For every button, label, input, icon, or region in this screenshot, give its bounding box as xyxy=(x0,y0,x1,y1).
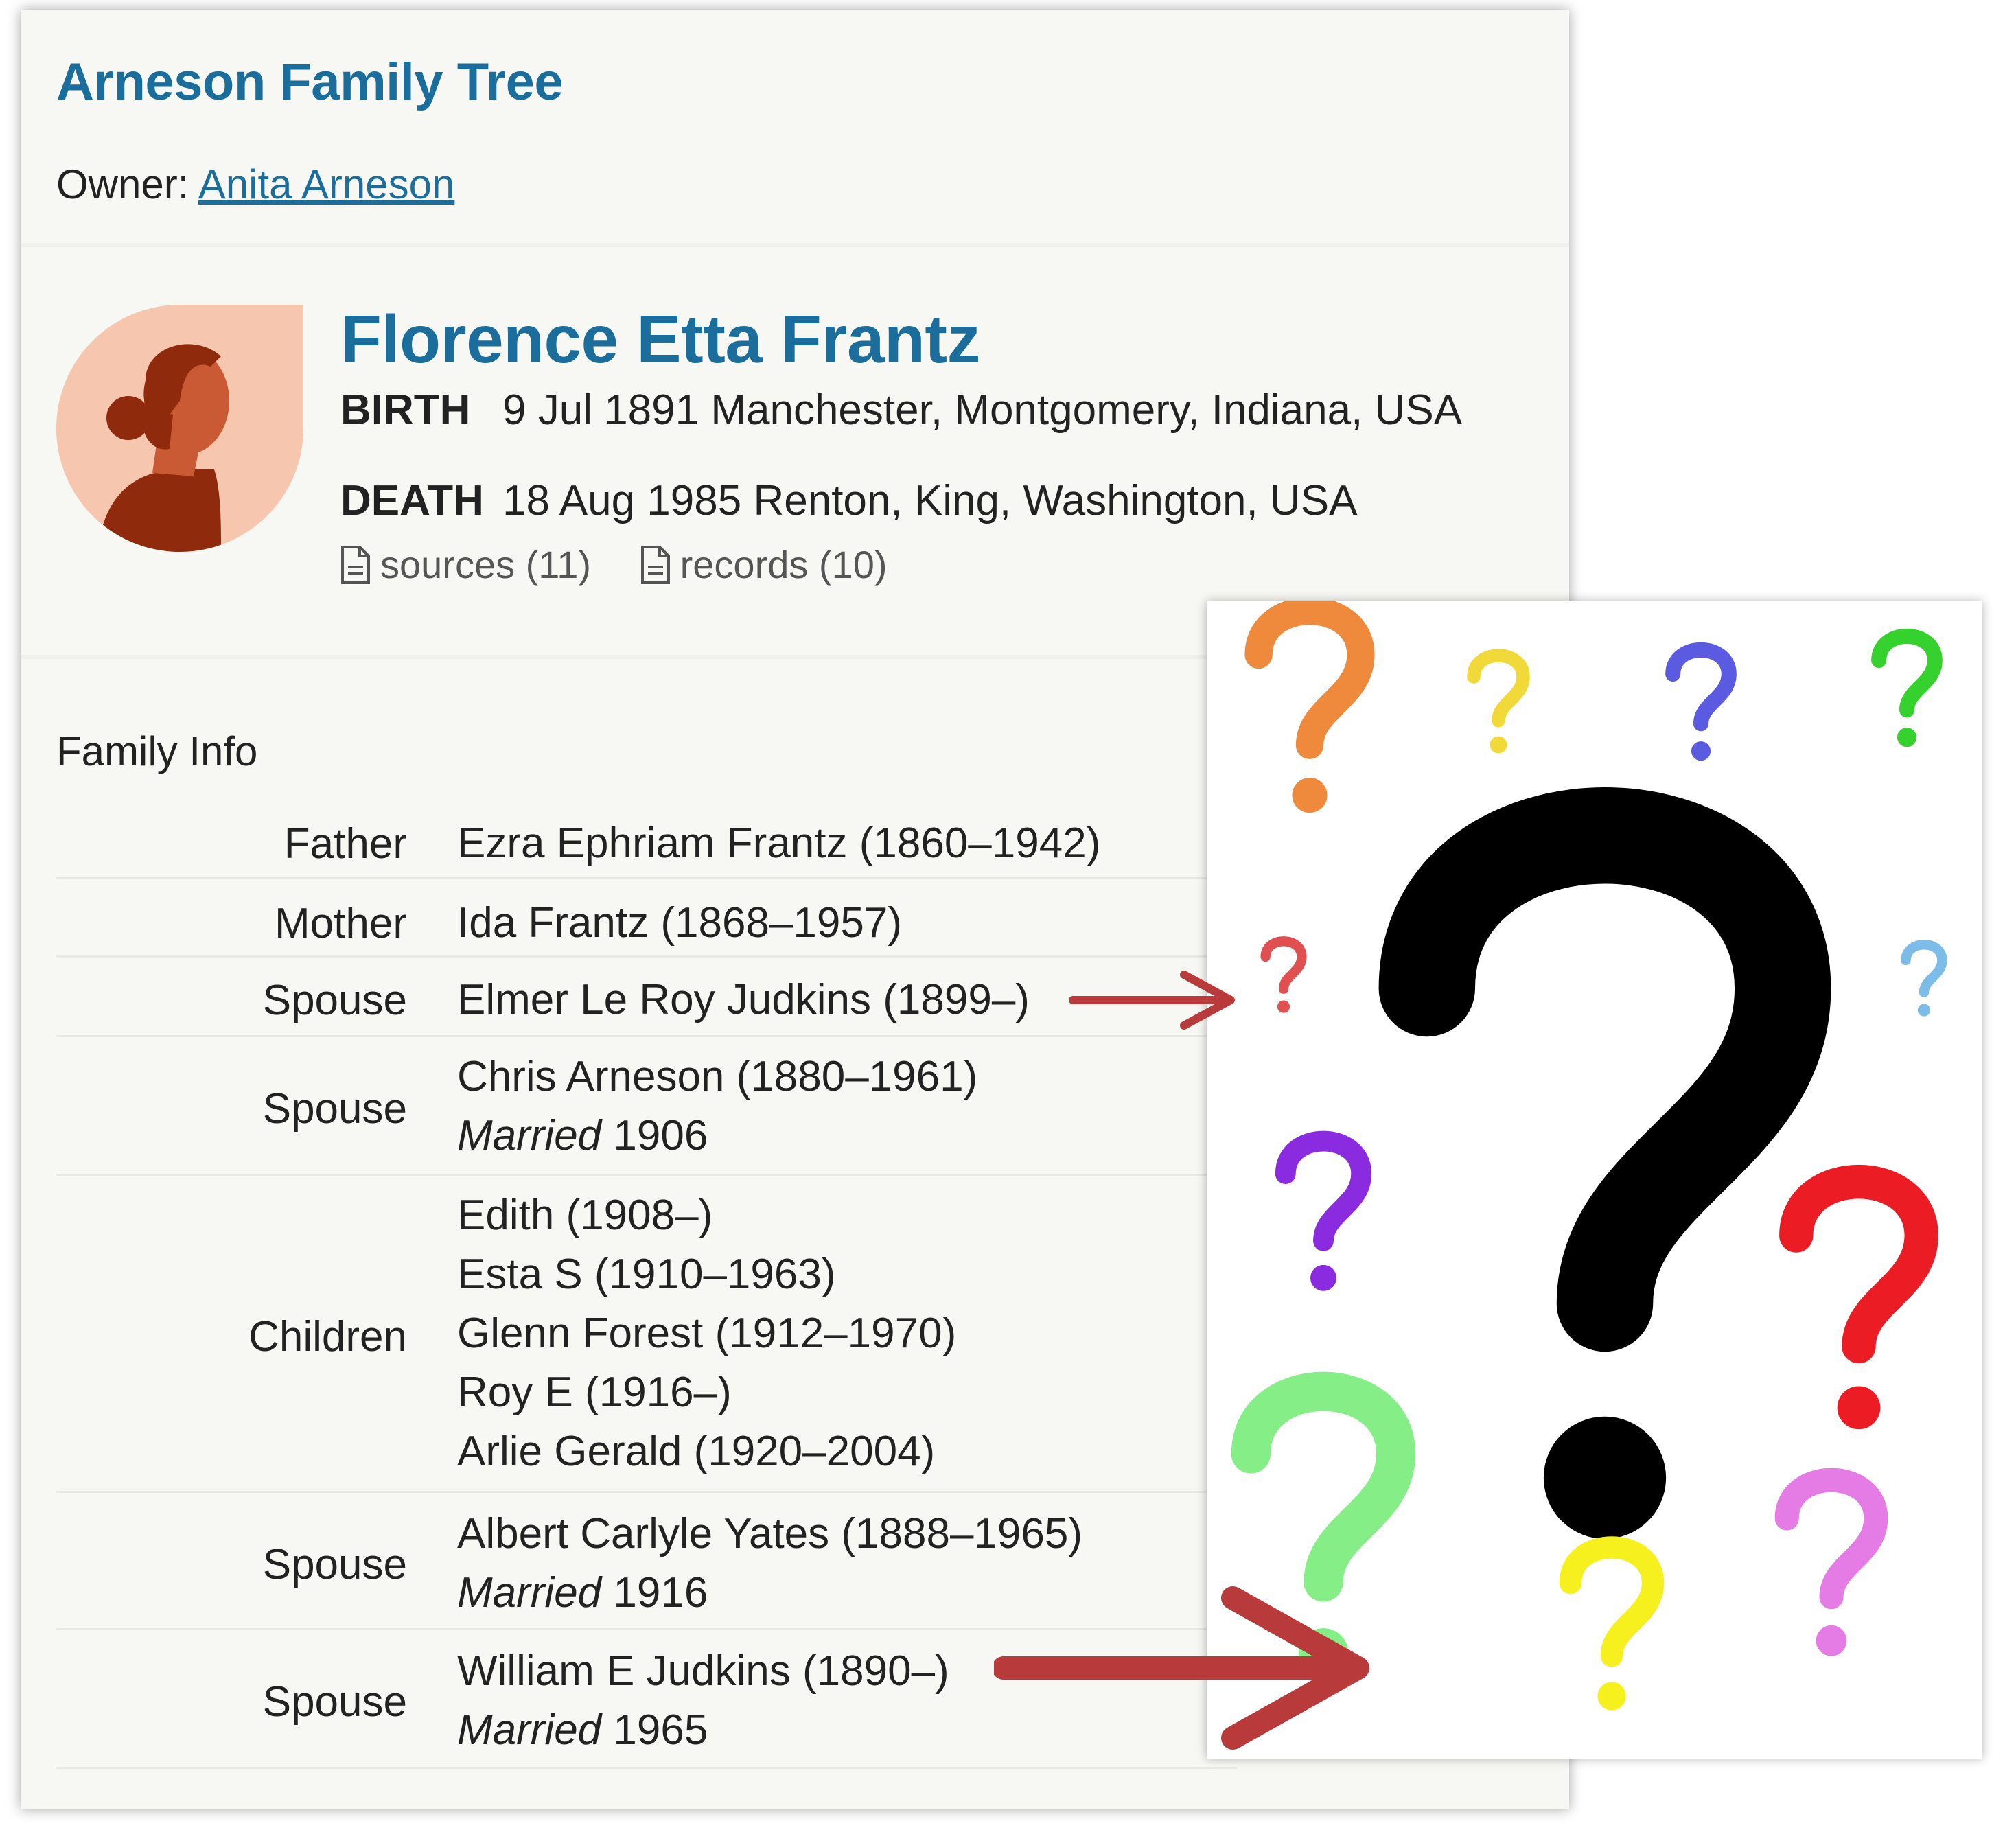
owner-link[interactable]: Anita Arneson xyxy=(198,161,455,207)
death-fact: DEATH 18 Aug 1985 Renton, King, Washingto… xyxy=(340,476,1357,525)
married-year: 1965 xyxy=(613,1706,708,1754)
child-link[interactable]: Edith (1908–) xyxy=(457,1186,956,1245)
father-label: Father xyxy=(283,820,407,868)
sources-link[interactable]: sources (11) xyxy=(340,542,591,587)
spouse2-link[interactable]: Chris Arneson (1880–1961) xyxy=(457,1047,977,1106)
question-mark-icon xyxy=(1474,656,1523,753)
tree-title[interactable]: Arneson Family Tree xyxy=(56,52,564,112)
row-divider xyxy=(56,1767,1237,1769)
spouse-label: Spouse xyxy=(262,1541,407,1588)
mother-label: Mother xyxy=(275,900,407,947)
owner-label: Owner: xyxy=(56,161,189,207)
child-link[interactable]: Roy E (1916–) xyxy=(457,1363,956,1422)
row-divider xyxy=(56,877,1237,879)
married-word: Married xyxy=(457,1706,602,1754)
row-divider xyxy=(56,955,1237,958)
spouse4-married: Married 1965 xyxy=(457,1701,949,1760)
birth-value: 9 Jul 1891 Manchester, Montgomery, India… xyxy=(502,386,1463,434)
death-value: 18 Aug 1985 Renton, King, Washington, US… xyxy=(502,477,1358,524)
married-word: Married xyxy=(457,1569,602,1616)
father-value: Ezra Ephriam Frantz (1860–1942) xyxy=(457,814,1100,873)
person-name: Florence Etta Frantz xyxy=(340,301,981,377)
question-mark-icon xyxy=(1906,944,1943,1016)
question-mark-icon xyxy=(1673,650,1729,761)
spouse-label: Spouse xyxy=(262,1678,407,1726)
spouse-label: Spouse xyxy=(262,977,407,1024)
female-avatar-icon xyxy=(56,305,303,552)
question-mark-icon xyxy=(1571,1547,1653,1710)
owner-line: Owner: Anita Arneson xyxy=(56,161,454,208)
spouse4-link[interactable]: William E Judkins (1890–) xyxy=(457,1642,949,1701)
children-list: Edith (1908–) Esta S (1910–1963) Glenn F… xyxy=(457,1186,956,1481)
sources-label: sources (11) xyxy=(380,543,592,586)
spouse-label: Spouse xyxy=(262,1085,407,1133)
spouse3-link[interactable]: Albert Carlyle Yates (1888–1965) xyxy=(457,1505,1082,1564)
row-divider xyxy=(56,1491,1237,1493)
arrow-annotation-small xyxy=(1069,971,1235,1030)
question-mark-icon xyxy=(1427,835,1783,1537)
family-info-title: Family Info xyxy=(56,728,258,774)
spouse1-link[interactable]: Elmer Le Roy Judkins (1899–) xyxy=(457,976,1030,1023)
question-mark-icon xyxy=(1796,1182,1921,1429)
birth-label: BIRTH xyxy=(340,386,471,434)
header-divider xyxy=(21,243,1569,247)
records-label: records (10) xyxy=(680,543,888,586)
child-link[interactable]: Esta S (1910–1963) xyxy=(457,1245,956,1304)
spouse1-value: Elmer Le Roy Judkins (1899–) xyxy=(457,971,1030,1030)
mother-value: Ida Frantz (1868–1957) xyxy=(457,894,902,953)
married-word: Married xyxy=(457,1112,602,1159)
records-link[interactable]: records (10) xyxy=(640,542,888,587)
row-divider xyxy=(56,1174,1237,1176)
question-mark-icon xyxy=(1879,636,1935,747)
birth-fact: BIRTH 9 Jul 1891 Manchester, Montgomery, … xyxy=(340,386,1462,434)
child-link[interactable]: Glenn Forest (1912–1970) xyxy=(457,1304,956,1363)
question-mark-icon xyxy=(1286,1141,1361,1291)
mother-link[interactable]: Ida Frantz (1868–1957) xyxy=(457,899,902,947)
spouse4-value: William E Judkins (1890–) Married 1965 xyxy=(457,1642,949,1760)
spouse3-married: Married 1916 xyxy=(457,1564,1082,1623)
question-mark-icon xyxy=(1787,1480,1876,1655)
document-icon xyxy=(341,545,370,584)
row-divider xyxy=(56,1035,1237,1037)
married-year: 1916 xyxy=(613,1569,708,1616)
arrow-annotation-large xyxy=(994,1586,1369,1750)
question-mark-icon xyxy=(1259,611,1361,812)
father-link[interactable]: Ezra Ephriam Frantz (1860–1942) xyxy=(457,820,1100,867)
evidence-links: sources (11) records (10) xyxy=(340,542,926,594)
death-label: DEATH xyxy=(340,477,484,524)
question-mark-icon xyxy=(1266,941,1302,1012)
child-link[interactable]: Arlie Gerald (1920–2004) xyxy=(457,1422,956,1481)
children-label: Children xyxy=(248,1313,407,1360)
spouse2-married: Married 1906 xyxy=(457,1106,977,1166)
spouse2-value: Chris Arneson (1880–1961) Married 1906 xyxy=(457,1047,977,1166)
spouse3-value: Albert Carlyle Yates (1888–1965) Married… xyxy=(457,1505,1082,1623)
document-icon xyxy=(640,545,670,584)
married-year: 1906 xyxy=(613,1112,708,1159)
